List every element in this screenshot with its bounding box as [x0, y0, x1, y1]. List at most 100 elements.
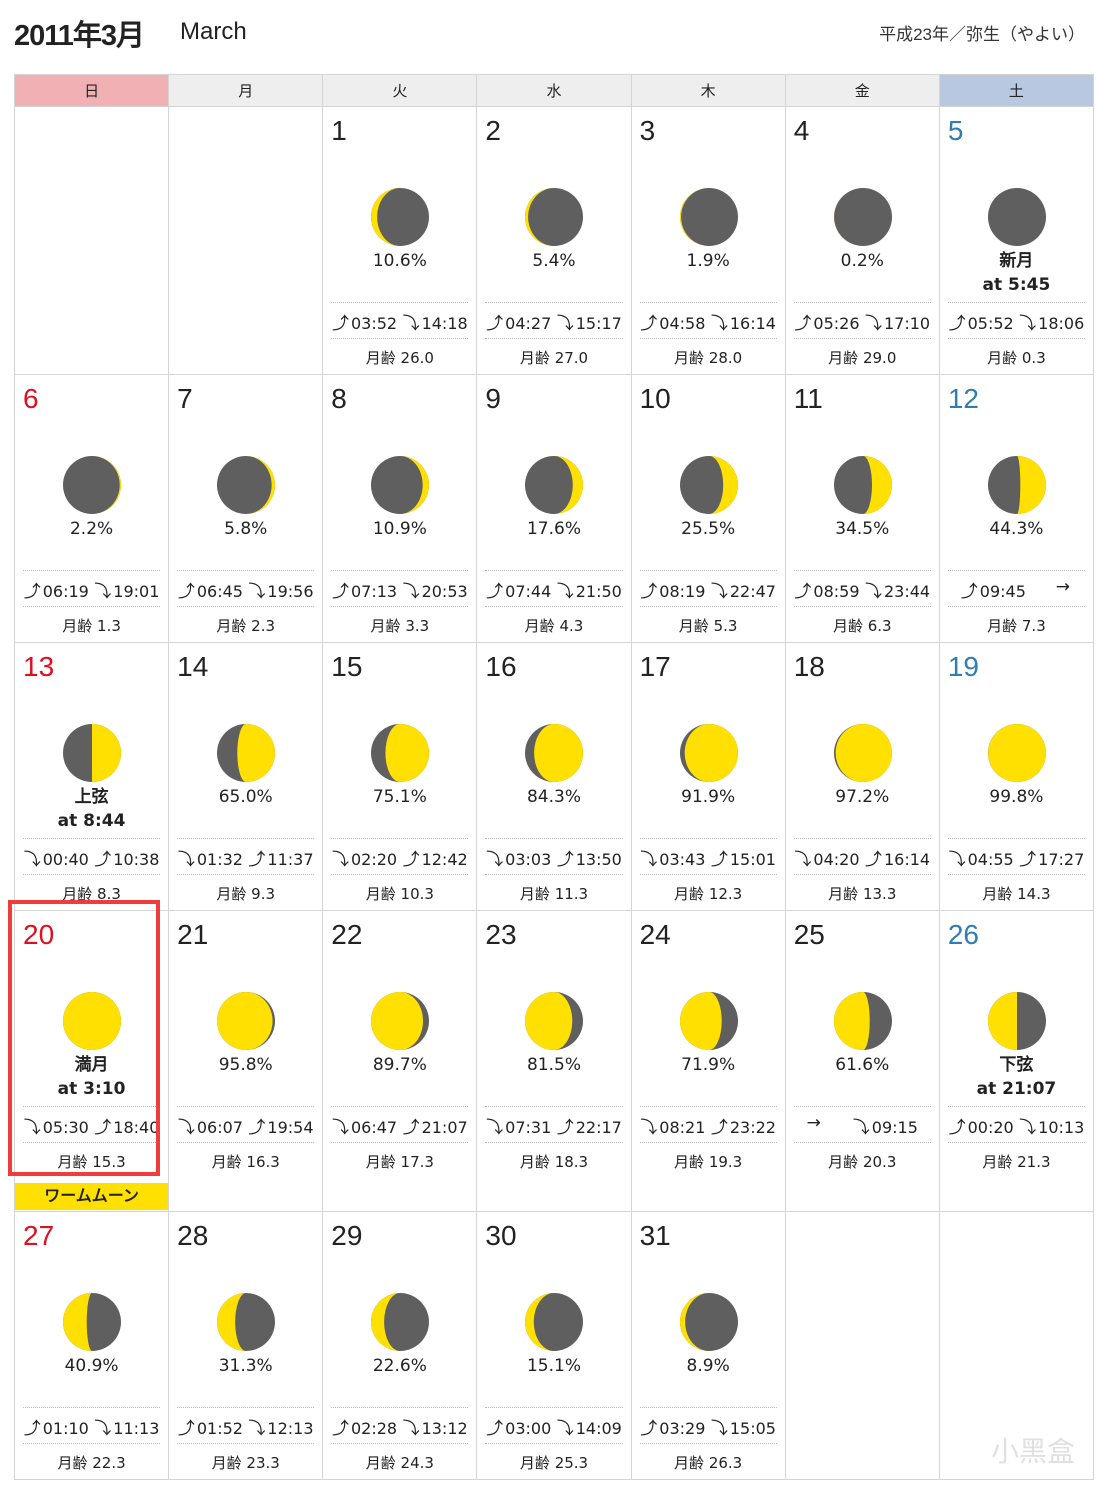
- day-cell[interactable]: 17 91.9% ⤵ 03:43 ⤴ 15:01 月齢 12.3: [630, 642, 786, 911]
- day-cell[interactable]: 28 31.3% ⤴ 01:52 ⤵ 12:13 月齢 23.3: [168, 1211, 324, 1480]
- moon-age-label: 月齢: [674, 885, 705, 903]
- weekday-header: 土: [938, 74, 1095, 107]
- day-cell[interactable]: 22 89.7% ⤵ 06:47 ⤴ 21:07 月齢 17.3: [322, 910, 478, 1212]
- day-number: 6: [23, 383, 39, 414]
- day-cell[interactable]: 5 新月 at 5:45 ⤴ 05:52 ⤵ 18:06 月齢 0.3: [938, 106, 1095, 375]
- phase-label: 上弦: [74, 787, 109, 807]
- day-cell[interactable]: 4 0.2% ⤴ 05:26 ⤵ 17:10 月齢 29.0: [784, 106, 940, 375]
- day-cell[interactable]: 15 75.1% ⤵ 02:20 ⤴ 12:42 月齢 10.3: [322, 642, 478, 911]
- moon-age: 月齢 9.3: [169, 883, 322, 904]
- moonrise-icon: ⤴: [864, 850, 882, 870]
- day-cell-content: 11 34.5% ⤴ 08:59 ⤵ 23:44 月齢 6.3: [786, 375, 939, 642]
- event-time: 01:32: [196, 850, 243, 869]
- day-cell-content: 24 71.9% ⤵ 08:21 ⤴ 23:22 月齢 19.3: [632, 911, 785, 1178]
- day-cell[interactable]: 3 1.9% ⤴ 04:58 ⤵ 16:14 月齢 28.0: [630, 106, 786, 375]
- divider: [639, 1443, 777, 1444]
- day-number: 19: [947, 651, 979, 682]
- day-cell-content: 8 10.9% ⤴ 07:13 ⤵ 20:53 月齢 3.3: [323, 375, 476, 642]
- moon-age: 月齢 11.3: [477, 883, 630, 904]
- moonset: ⤵ 12:13: [248, 1414, 313, 1439]
- moonset-icon: ⤵: [852, 1118, 870, 1138]
- moonrise-moonset: ⤵ 03:03 ⤴ 13:50: [477, 845, 630, 870]
- day-cell[interactable]: 1 10.6% ⤴ 03:52 ⤵ 14:18 月齢 26.0: [322, 106, 478, 375]
- day-cell[interactable]: 13 上弦 at 8:44 ⤵ 00:40 ⤴ 10:38 月齢 8.3: [13, 642, 170, 911]
- illumination-percent: 10.9%: [372, 519, 427, 539]
- day-cell[interactable]: 18 97.2% ⤵ 04:20 ⤴ 16:14 月齢 13.3: [784, 642, 940, 911]
- moonrise-moonset: ⤵ 03:43 ⤴ 15:01: [632, 845, 785, 870]
- moon-age-value: 22.3: [92, 1454, 126, 1472]
- moon-phase-icon: [525, 456, 584, 514]
- day-cell[interactable]: 9 17.6% ⤴ 07:44 ⤵ 21:50 月齢 4.3: [476, 374, 632, 643]
- moon-age-value: 28.0: [708, 349, 743, 367]
- day-cell[interactable]: 27 40.9% ⤴ 01:10 ⤵ 11:13 月齢 22.3: [13, 1211, 170, 1480]
- divider: [639, 1106, 777, 1107]
- moonrise: ⤴ 07:13: [332, 577, 397, 602]
- day-cell[interactable]: 24 71.9% ⤵ 08:21 ⤴ 23:22 月齢 19.3: [630, 910, 786, 1212]
- moon-phase-name: 上弦 at 8:44: [15, 785, 168, 833]
- event-time: 11:13: [113, 1419, 160, 1438]
- day-cell[interactable]: 6 2.2% ⤴ 06:19 ⤵ 19:01 月齢 1.3: [13, 374, 170, 643]
- day-cell[interactable]: 16 84.3% ⤵ 03:03 ⤴ 13:50 月齢 11.3: [476, 642, 632, 911]
- day-number: 16: [485, 651, 517, 682]
- day-cell[interactable]: 23 81.5% ⤵ 07:31 ⤴ 22:17 月齢 18.3: [476, 910, 632, 1212]
- day-cell[interactable]: 29 22.6% ⤴ 02:28 ⤵ 13:12 月齢 24.3: [322, 1211, 478, 1480]
- weekday-header: 火: [322, 74, 478, 107]
- moon-phase-icon: [63, 456, 121, 514]
- calendar-week-row: 13 上弦 at 8:44 ⤵ 00:40 ⤴ 10:38 月齢 8.3 14 65.0% ⤵ 01:…: [13, 642, 1095, 911]
- highlight-frame: [8, 900, 160, 1176]
- divider: [485, 838, 623, 839]
- calendar-week-row: 20 満月 at 3:10 ⤵ 05:30 ⤴ 18:40 月齢 15.3 ワームムーン 21 95…: [8, 900, 1095, 1212]
- divider: [639, 338, 777, 339]
- moonset: ⤵ 18:06: [1019, 309, 1084, 334]
- event-time: 19:56: [267, 582, 314, 601]
- divider: [177, 1443, 315, 1444]
- divider: [177, 1407, 315, 1408]
- day-cell[interactable]: 25 61.6% → ⤵ 09:15 月齢 20.3: [784, 910, 940, 1212]
- illumination-percent: 97.2%: [835, 787, 890, 807]
- moonrise-moonset: ⤴ 08:19 ⤵ 22:47: [632, 577, 785, 602]
- event-time: 17:10: [883, 314, 931, 333]
- calendar-grid: 日月火水木金土 1 10.6% ⤴ 03:52 ⤵ 14:18 月齢 26.0 2 5.4% ⤴ 0…: [8, 74, 1095, 1480]
- moonrise: ⤴ 10:38: [94, 845, 159, 870]
- moonrise: ⤴ 17:27: [1019, 845, 1084, 870]
- day-cell[interactable]: 14 65.0% ⤵ 01:32 ⤴ 11:37 月齢 9.3: [168, 642, 324, 911]
- moonset-icon: ⤵: [23, 850, 41, 870]
- moonrise-moonset: → ⤵ 09:15: [786, 1113, 939, 1138]
- day-cell[interactable]: 8 10.9% ⤴ 07:13 ⤵ 20:53 月齢 3.3: [322, 374, 478, 643]
- day-cell-content: 2 5.4% ⤴ 04:27 ⤵ 15:17 月齢 27.0: [477, 107, 630, 374]
- day-cell[interactable]: 26 下弦 at 21:07 ⤴ 00:20 ⤵ 10:13 月齢 21.3: [938, 910, 1095, 1212]
- divider: [793, 1142, 931, 1143]
- day-cell[interactable]: 20 満月 at 3:10 ⤵ 05:30 ⤴ 18:40 月齢 15.3 ワームムーン: [8, 900, 170, 1212]
- day-cell[interactable]: 19 99.8% ⤵ 04:55 ⤴ 17:27 月齢 14.3: [938, 642, 1095, 911]
- moonrise: ⤴ 05:26: [794, 309, 859, 334]
- moon-age-value: 16.3: [246, 1153, 280, 1171]
- event-time: 03:29: [659, 1419, 706, 1438]
- event-time: 09:15: [871, 1118, 918, 1137]
- day-cell[interactable]: 12 44.3% ⤴ 09:45 → 月齢 7.3: [938, 374, 1095, 643]
- moonset: ⤵ 01:32: [178, 845, 243, 870]
- day-cell[interactable]: 30 15.1% ⤴ 03:00 ⤵ 14:09 月齢 25.3: [476, 1211, 632, 1480]
- divider: [177, 1106, 315, 1107]
- calendar-week-row: 1 10.6% ⤴ 03:52 ⤵ 14:18 月齢 26.0 2 5.4% ⤴ 04:27 ⤵ 15:…: [13, 106, 1095, 375]
- moon-age-value: 25.3: [554, 1454, 589, 1472]
- day-cell[interactable]: 10 25.5% ⤴ 08:19 ⤵ 22:47 月齢 5.3: [630, 374, 786, 643]
- event-time: 03:00: [505, 1419, 552, 1438]
- day-cell[interactable]: 11 34.5% ⤴ 08:59 ⤵ 23:44 月齢 6.3: [784, 374, 940, 643]
- day-number: 10: [639, 383, 671, 414]
- day-cell-content: 27 40.9% ⤴ 01:10 ⤵ 11:13 月齢 22.3: [15, 1212, 168, 1479]
- moonset-icon: ⤵: [1019, 314, 1037, 334]
- moon-age-value: 10.3: [400, 885, 434, 903]
- moon-age-value: 27.0: [554, 349, 589, 367]
- divider: [331, 1142, 469, 1143]
- day-cell-content: 30 15.1% ⤴ 03:00 ⤵ 14:09 月齢 25.3: [477, 1212, 630, 1479]
- day-cell[interactable]: 31 8.9% ⤴ 03:29 ⤵ 15:05 月齢 26.3: [630, 1211, 786, 1480]
- day-cell[interactable]: 2 5.4% ⤴ 04:27 ⤵ 15:17 月齢 27.0: [476, 106, 632, 375]
- moonrise: ⤴ 01:52: [178, 1414, 243, 1439]
- moon-age-label: 月齢: [62, 617, 93, 635]
- moonrise: ⤴ 16:14: [865, 845, 930, 870]
- illumination-percent: 2.2%: [69, 519, 114, 539]
- day-cell[interactable]: 21 95.8% ⤵ 06:07 ⤴ 19:54 月齢 16.3: [168, 910, 324, 1212]
- day-cell[interactable]: 7 5.8% ⤴ 06:45 ⤵ 19:56 月齢 2.3: [168, 374, 324, 643]
- moon-age-label: 月齢: [832, 617, 863, 635]
- phase-label: 下弦: [999, 1055, 1034, 1075]
